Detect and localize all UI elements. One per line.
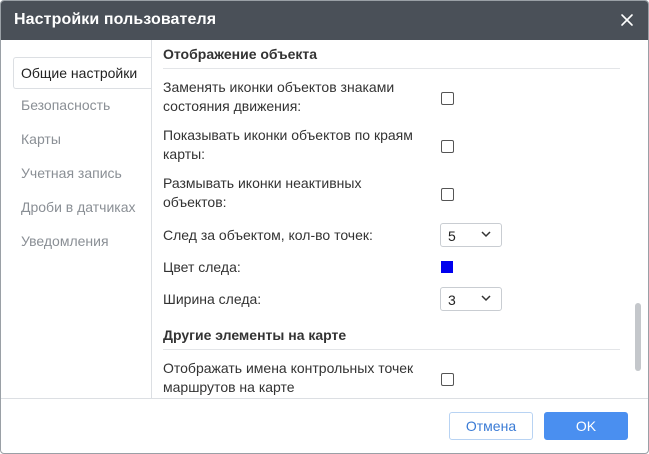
trail-width-select[interactable]: 3 bbox=[440, 287, 502, 311]
route-names-checkbox[interactable] bbox=[441, 373, 454, 386]
cancel-button[interactable]: Отмена bbox=[449, 412, 533, 440]
section-header-object-display: Отображение объекта bbox=[163, 40, 620, 69]
sidebar-item-sensor-fractions[interactable]: Дроби в датчиках bbox=[13, 191, 151, 223]
sidebar-item-security[interactable]: Безопасность bbox=[13, 89, 151, 121]
section-title: Другие элементы на карте bbox=[163, 327, 347, 343]
sidebar-item-general[interactable]: Общие настройки bbox=[13, 57, 152, 89]
trail-width-value: 3 bbox=[448, 292, 456, 308]
trail-points-value: 5 bbox=[448, 228, 456, 244]
sidebar-item-label: Уведомления bbox=[21, 233, 109, 249]
chevron-down-icon bbox=[481, 231, 491, 238]
label-line: маршрутов на карте bbox=[163, 379, 295, 395]
trail-points-label: След за объектом, кол-во точек: bbox=[163, 227, 373, 243]
footer-divider bbox=[1, 398, 648, 399]
trail-points-select[interactable]: 5 bbox=[440, 223, 502, 247]
ok-button[interactable]: OK bbox=[544, 412, 628, 440]
label-line: Отображать имена контрольных точек bbox=[163, 360, 414, 376]
sidebar-item-notifications[interactable]: Уведомления bbox=[13, 225, 151, 257]
user-settings-dialog: Настройки пользователя Общие настройки Б… bbox=[0, 0, 649, 454]
section-title: Отображение объекта bbox=[163, 46, 318, 62]
close-icon[interactable] bbox=[618, 11, 636, 29]
trail-color-swatch[interactable] bbox=[441, 261, 453, 273]
sidebar-item-label: Учетная запись bbox=[21, 165, 122, 181]
dialog-title: Настройки пользователя bbox=[14, 11, 217, 28]
sidebar-item-label: Дроби в датчиках bbox=[21, 199, 136, 215]
route-names-label: Отображать имена контрольных точек маршр… bbox=[163, 359, 433, 397]
label-line: карты: bbox=[163, 146, 206, 162]
sidebar-item-label: Карты bbox=[21, 131, 61, 147]
trail-color-label: Цвет следа: bbox=[163, 259, 241, 275]
blur-icons-checkbox[interactable] bbox=[441, 188, 454, 201]
sidebar-item-label: Общие настройки bbox=[21, 65, 138, 81]
chevron-down-icon bbox=[481, 295, 491, 302]
trail-width-label: Ширина следа: bbox=[163, 291, 262, 307]
sidebar-item-account[interactable]: Учетная запись bbox=[13, 157, 151, 189]
dialog-titlebar: Настройки пользователя bbox=[1, 1, 648, 40]
label-line: состояния движения: bbox=[163, 98, 302, 114]
label-line: объектов: bbox=[163, 194, 227, 210]
label-line: Заменять иконки объектов знаками bbox=[163, 79, 395, 95]
replace-icons-checkbox[interactable] bbox=[441, 92, 454, 105]
section-header-other-elements: Другие элементы на карте bbox=[163, 321, 620, 350]
sidebar-item-label: Безопасность bbox=[21, 97, 111, 113]
label-line: Показывать иконки объектов по краям bbox=[163, 127, 413, 143]
edge-icons-label: Показывать иконки объектов по краям карт… bbox=[163, 126, 433, 164]
settings-content: Отображение объекта Заменять иконки объе… bbox=[152, 40, 630, 398]
sidebar-item-maps[interactable]: Карты bbox=[13, 123, 151, 155]
content-scrollbar-thumb[interactable] bbox=[635, 303, 641, 371]
edge-icons-checkbox[interactable] bbox=[441, 140, 454, 153]
blur-icons-label: Размывать иконки неактивных объектов: bbox=[163, 174, 433, 212]
settings-sidebar: Общие настройки Безопасность Карты Учетн… bbox=[1, 40, 152, 398]
label-line: Размывать иконки неактивных bbox=[163, 175, 362, 191]
replace-icons-label: Заменять иконки объектов знаками состоян… bbox=[163, 78, 433, 116]
